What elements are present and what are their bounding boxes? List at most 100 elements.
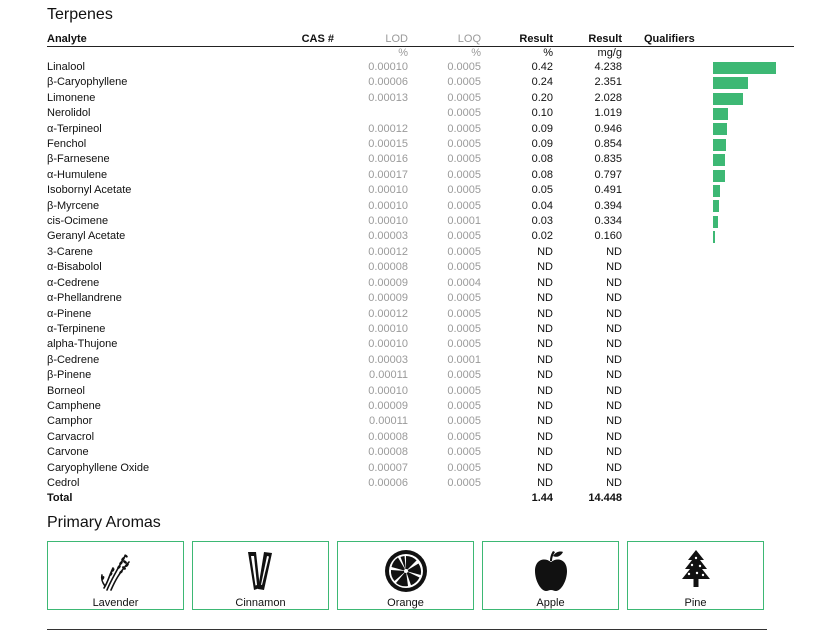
- result-mg-cell: 0.835: [594, 153, 622, 166]
- loq-cell: 0.0001: [447, 353, 481, 366]
- analyte-cell: cis-Ocimene: [47, 215, 109, 228]
- analyte-cell: β-Myrcene: [47, 199, 100, 212]
- lavender-icon: [93, 548, 139, 594]
- analyte-cell: α-Cedrene: [47, 276, 100, 289]
- cinnamon-icon: [238, 548, 284, 594]
- bar-cell: [694, 291, 794, 306]
- loq-cell: 0.0005: [447, 138, 481, 151]
- bar-cell: [694, 137, 794, 152]
- analyte-cell: Fenchol: [47, 138, 87, 151]
- loq-cell: 0.0005: [447, 384, 481, 397]
- bar-cell: [694, 307, 794, 322]
- result-bar: [713, 77, 748, 90]
- result-pct-cell: ND: [537, 430, 553, 443]
- result-pct-cell: 0.08: [531, 153, 553, 166]
- result-pct-cell: ND: [537, 245, 553, 258]
- loq-cell: 0.0005: [447, 338, 481, 351]
- result-pct-cell: ND: [537, 476, 553, 489]
- loq-cell: 0.0005: [447, 322, 481, 335]
- cas-cell: [287, 276, 334, 291]
- aroma-card: Orange: [337, 541, 474, 610]
- cas-cell: [287, 291, 334, 306]
- result-pct-cell: ND: [537, 461, 553, 474]
- analyte-cell: Borneol: [47, 384, 85, 397]
- bar-cell: [694, 91, 794, 106]
- analyte-cell: Cedrol: [47, 476, 80, 489]
- table-row: Caryophyllene Oxide 0.00007 0.0005 ND ND: [47, 461, 794, 476]
- analyte-cell: 3-Carene: [47, 245, 93, 258]
- unit-result-pct: %: [543, 47, 553, 59]
- analyte-cell: Camphor: [47, 415, 93, 428]
- lod-cell: 0.00017: [368, 168, 408, 181]
- qualifiers-cell: [622, 337, 694, 352]
- unit-lod: %: [398, 47, 408, 59]
- loq-cell: 0.0005: [447, 292, 481, 305]
- loq-cell: 0.0005: [447, 307, 481, 320]
- bar-cell: [694, 260, 794, 275]
- loq-cell: 0.0005: [447, 476, 481, 489]
- analyte-cell: β-Caryophyllene: [47, 76, 128, 89]
- cas-cell: [287, 307, 334, 322]
- table-row: β-Cedrene 0.00003 0.0001 ND ND: [47, 353, 794, 368]
- result-mg-cell: ND: [606, 446, 622, 459]
- cas-cell: [287, 445, 334, 460]
- bottom-divider: [47, 629, 767, 630]
- qualifiers-cell: [622, 353, 694, 368]
- qualifiers-cell: [622, 168, 694, 183]
- terpenes-table: Analyte CAS # LOD LOQ Result Result Qual…: [47, 33, 794, 507]
- loq-cell: 0.0005: [447, 107, 481, 120]
- cas-cell: [287, 214, 334, 229]
- lod-cell: 0.00012: [368, 245, 408, 258]
- qualifiers-cell: [622, 399, 694, 414]
- bar-cell: [694, 214, 794, 229]
- result-mg-cell: 0.334: [594, 215, 622, 228]
- total-label: Total: [47, 492, 73, 505]
- result-mg-cell: ND: [606, 292, 622, 305]
- result-mg-cell: 0.394: [594, 199, 622, 212]
- result-pct-cell: 0.02: [531, 230, 553, 243]
- bar-cell: [694, 60, 794, 75]
- bar-cell: [694, 152, 794, 167]
- result-pct-cell: ND: [537, 261, 553, 274]
- result-pct-cell: 0.04: [531, 199, 553, 212]
- cas-cell: [287, 353, 334, 368]
- table-row: Camphor 0.00011 0.0005 ND ND: [47, 414, 794, 429]
- lod-cell: 0.00009: [368, 276, 408, 289]
- result-mg-cell: ND: [606, 461, 622, 474]
- lod-cell: 0.00009: [368, 292, 408, 305]
- analyte-cell: Carvacrol: [47, 430, 95, 443]
- cas-cell: [287, 399, 334, 414]
- result-pct-cell: ND: [537, 353, 553, 366]
- loq-cell: 0.0005: [447, 184, 481, 197]
- qualifiers-cell: [622, 260, 694, 275]
- table-row: Isobornyl Acetate 0.00010 0.0005 0.05 0.491: [47, 183, 794, 198]
- result-pct-cell: ND: [537, 384, 553, 397]
- table-row: α-Cedrene 0.00009 0.0004 ND ND: [47, 276, 794, 291]
- lod-cell: 0.00010: [368, 61, 408, 73]
- loq-cell: 0.0005: [447, 168, 481, 181]
- bar-cell: [694, 322, 794, 337]
- header-result-mg: Result: [553, 33, 622, 47]
- analyte-cell: α-Humulene: [47, 168, 108, 181]
- aroma-label: Cinnamon: [235, 597, 286, 609]
- units-row: % % % mg/g: [47, 47, 794, 61]
- qualifiers-cell: [622, 384, 694, 399]
- result-mg-cell: ND: [606, 353, 622, 366]
- result-pct-cell: ND: [537, 292, 553, 305]
- result-mg-cell: 0.160: [594, 230, 622, 243]
- analyte-cell: β-Farnesene: [47, 153, 110, 166]
- table-row: β-Pinene 0.00011 0.0005 ND ND: [47, 368, 794, 383]
- table-row: α-Humulene 0.00017 0.0005 0.08 0.797: [47, 168, 794, 183]
- qualifiers-cell: [622, 291, 694, 306]
- result-bar: [713, 92, 744, 105]
- lod-cell: 0.00010: [368, 338, 408, 351]
- table-row: α-Terpinene 0.00010 0.0005 ND ND: [47, 322, 794, 337]
- lod-cell: 0.00010: [368, 384, 408, 397]
- lod-cell: 0.00003: [368, 230, 408, 243]
- unit-result-mg: mg/g: [597, 47, 622, 59]
- cas-cell: [287, 245, 334, 260]
- qualifiers-cell: [622, 276, 694, 291]
- table-row: α-Phellandrene 0.00009 0.0005 ND ND: [47, 291, 794, 306]
- table-row: Cedrol 0.00006 0.0005 ND ND: [47, 476, 794, 491]
- result-mg-cell: ND: [606, 307, 622, 320]
